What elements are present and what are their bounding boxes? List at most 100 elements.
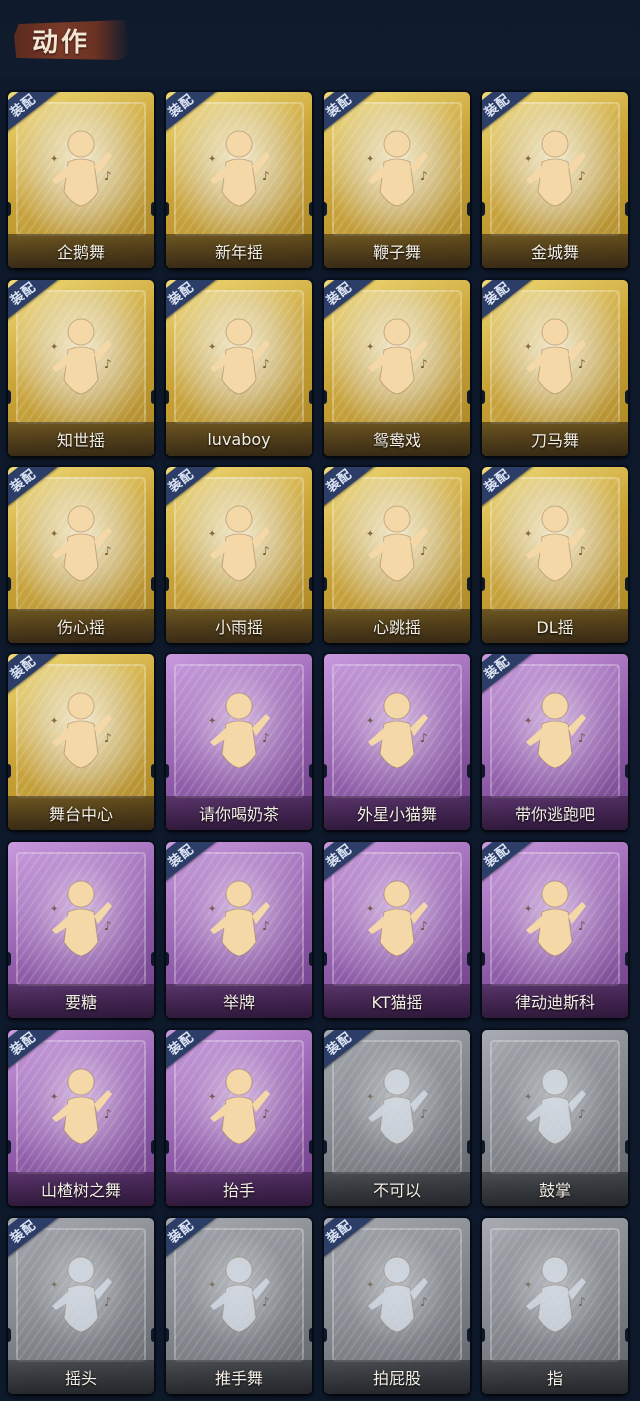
emote-card[interactable]: ♪ ✦ 律动迪斯科 装配 <box>482 842 628 1018</box>
emote-card[interactable]: ♪ ✦ luvaboy 装配 <box>166 280 312 456</box>
svg-text:✦: ✦ <box>524 1280 532 1291</box>
emote-card[interactable]: ♪ ✦ 小雨摇 装配 <box>166 467 312 643</box>
svg-text:♪: ♪ <box>420 169 428 183</box>
shake-head-figure-icon: ♪ ✦ <box>44 1248 118 1344</box>
card-notch <box>8 952 11 966</box>
svg-text:✦: ✦ <box>208 342 216 353</box>
card-notch <box>324 202 327 216</box>
sign-holder-figure-icon: ♪ ✦ <box>202 872 276 968</box>
emote-label-bar: 请你喝奶茶 <box>166 796 312 830</box>
emote-label: 外星小猫舞 <box>356 805 437 824</box>
svg-text:✦: ✦ <box>524 529 532 540</box>
emote-label: 刀马舞 <box>530 431 579 450</box>
emote-label-bar: 鼓掌 <box>482 1172 628 1206</box>
svg-text:♪: ♪ <box>578 544 586 558</box>
emote-label: 小雨摇 <box>214 618 263 637</box>
emote-card[interactable]: ♪ ✦ 摇头 装配 <box>8 1218 154 1394</box>
emote-label: 推手舞 <box>214 1369 263 1388</box>
emote-card[interactable]: ♪ ✦ 知世摇 装配 <box>8 280 154 456</box>
emote-card[interactable]: ♪ ✦ 外星小猫舞 <box>324 654 470 830</box>
beckon-figure-icon: ♪ ✦ <box>44 872 118 968</box>
emote-card[interactable]: ♪ ✦ 指 <box>482 1218 628 1394</box>
card-notch <box>625 1140 628 1154</box>
emote-card[interactable]: ♪ ✦ 不可以 装配 <box>324 1030 470 1206</box>
emote-card[interactable]: ♪ ✦ 带你逃跑吧 装配 <box>482 654 628 830</box>
emote-card[interactable]: ♪ ✦ 举牌 装配 <box>166 842 312 1018</box>
emote-card[interactable]: ♪ ✦ 伤心摇 装配 <box>8 467 154 643</box>
emote-label-bar: 要糖 <box>8 984 154 1018</box>
svg-text:♪: ♪ <box>420 357 428 371</box>
svg-text:♪: ♪ <box>104 731 112 745</box>
emote-grid: ♪ ✦ 企鹅舞 装配 ♪ ✦ 新年摇 装配 ♪ ✦ 鞭子舞 装配 ♪ ✦ 金城舞 装配 ♪ ✦ 知世摇 装配 ♪ ✦ luv… <box>0 0 640 1401</box>
emote-card[interactable]: ♪ ✦ 鞭子舞 装配 <box>324 92 470 268</box>
emote-label-bar: 举牌 <box>166 984 312 1018</box>
dancer-figure-icon: ♪ ✦ <box>360 497 434 593</box>
svg-text:♪: ♪ <box>420 544 428 558</box>
svg-text:♪: ♪ <box>262 919 270 933</box>
emote-card[interactable]: ♪ ✦ 心跳摇 装配 <box>324 467 470 643</box>
emote-card[interactable]: ♪ ✦ 金城舞 装配 <box>482 92 628 268</box>
svg-text:♪: ♪ <box>104 1107 112 1121</box>
svg-text:♪: ♪ <box>420 1295 428 1309</box>
svg-text:♪: ♪ <box>104 169 112 183</box>
emote-label-bar: 带你逃跑吧 <box>482 796 628 830</box>
card-notch <box>324 1140 327 1154</box>
card-notch <box>166 202 169 216</box>
emote-label-bar: 推手舞 <box>166 1360 312 1394</box>
emote-card[interactable]: ♪ ✦ 拍屁股 装配 <box>324 1218 470 1394</box>
card-notch <box>166 952 169 966</box>
emote-card[interactable]: ♪ ✦ 鸳鸯戏 装配 <box>324 280 470 456</box>
card-notch <box>151 390 154 404</box>
emote-card[interactable]: ♪ ✦ 鼓掌 <box>482 1030 628 1206</box>
dancer-figure-icon: ♪ ✦ <box>518 684 592 780</box>
card-notch <box>625 577 628 591</box>
emote-label: 抬手 <box>222 1181 255 1200</box>
emote-label: DL摇 <box>536 618 574 637</box>
card-notch <box>151 1328 154 1342</box>
emote-card[interactable]: ♪ ✦ 推手舞 装配 <box>166 1218 312 1394</box>
card-notch <box>324 952 327 966</box>
emote-card[interactable]: ♪ ✦ 抬手 装配 <box>166 1030 312 1206</box>
svg-text:✦: ✦ <box>50 904 58 915</box>
card-notch <box>467 764 470 778</box>
clap-hands-icon: ♪ ✦ <box>518 1060 592 1156</box>
svg-text:✦: ✦ <box>366 154 374 165</box>
emote-label: 要糖 <box>64 993 97 1012</box>
card-notch <box>8 1328 11 1342</box>
emote-card[interactable]: ♪ ✦ 舞台中心 装配 <box>8 654 154 830</box>
svg-text:✦: ✦ <box>524 342 532 353</box>
dancer-figure-icon: ♪ ✦ <box>518 497 592 593</box>
dancer-figure-icon: ♪ ✦ <box>360 310 434 406</box>
emote-card[interactable]: ♪ ✦ 山楂树之舞 装配 <box>8 1030 154 1206</box>
svg-text:♪: ♪ <box>578 919 586 933</box>
card-notch <box>309 764 312 778</box>
dancer-figure-icon: ♪ ✦ <box>518 122 592 218</box>
heart-hands-figure-icon: ♪ ✦ <box>44 497 118 593</box>
card-notch <box>482 764 485 778</box>
dancer-figure-icon: ♪ ✦ <box>202 122 276 218</box>
emote-card[interactable]: ♪ ✦ DL摇 装配 <box>482 467 628 643</box>
dancer-figure-icon: ♪ ✦ <box>360 684 434 780</box>
card-notch <box>482 390 485 404</box>
emote-card[interactable]: ♪ ✦ 刀马舞 装配 <box>482 280 628 456</box>
emote-label-bar: 心跳摇 <box>324 609 470 643</box>
emote-label-bar: 山楂树之舞 <box>8 1172 154 1206</box>
emote-label: 律动迪斯科 <box>514 993 595 1012</box>
emote-card[interactable]: ♪ ✦ 请你喝奶茶 <box>166 654 312 830</box>
emote-card[interactable]: ♪ ✦ 要糖 <box>8 842 154 1018</box>
svg-text:✦: ✦ <box>208 154 216 165</box>
card-notch <box>482 202 485 216</box>
emote-card[interactable]: ♪ ✦ 新年摇 装配 <box>166 92 312 268</box>
emote-label-bar: 抬手 <box>166 1172 312 1206</box>
emote-label-bar: 拍屁股 <box>324 1360 470 1394</box>
card-notch <box>309 577 312 591</box>
emote-card[interactable]: ♪ ✦ KT猫摇 装配 <box>324 842 470 1018</box>
dancer-figure-icon: ♪ ✦ <box>44 122 118 218</box>
svg-text:♪: ♪ <box>104 1295 112 1309</box>
svg-text:♪: ♪ <box>578 357 586 371</box>
card-notch <box>8 1140 11 1154</box>
emote-card[interactable]: ♪ ✦ 企鹅舞 装配 <box>8 92 154 268</box>
card-notch <box>324 390 327 404</box>
finger-wag-icon: ♪ ✦ <box>360 1060 434 1156</box>
svg-text:✦: ✦ <box>50 1092 58 1103</box>
